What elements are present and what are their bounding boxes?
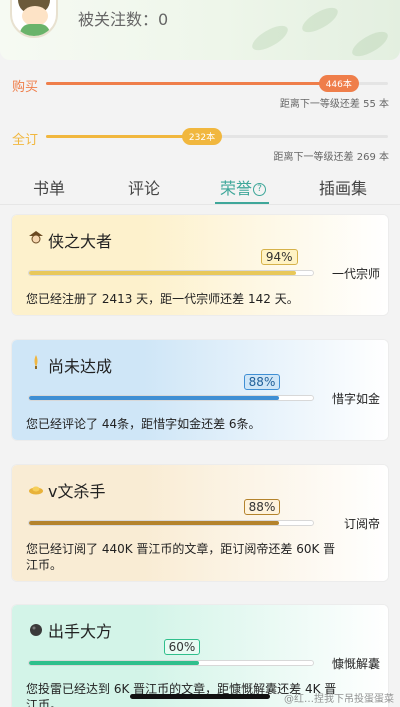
honor-description: 您已经订阅了 440K 晋江币的文章，距订阅帝还差 60K 晋江币。 [26, 542, 336, 572]
tab-illustrations[interactable]: 插画集 [310, 175, 376, 199]
honor-card[interactable]: v文杀手 88% 订阅帝 您已经订阅了 440K 晋江币的文章，距订阅帝还差 6… [11, 464, 389, 582]
honor-progress-bar [28, 520, 314, 526]
honor-progress-fill [29, 396, 279, 400]
purchase-label: 购买 [12, 80, 39, 95]
tab-bar: 书单 评论 荣誉? 插画集 [0, 170, 400, 204]
honor-card[interactable]: 侠之大者 94% 一代宗师 您已经注册了 2413 天，距一代宗师还差 142 … [11, 214, 389, 316]
honor-title: 尚未达成 [48, 357, 113, 376]
honor-rank: 一代宗师 [331, 267, 380, 281]
scholar-icon [29, 231, 43, 244]
follower-count: 被关注数：0 [78, 10, 169, 29]
honor-title: 侠之大者 [48, 232, 113, 251]
subscribe-note: 距离下一等级还差 269 本 [273, 152, 389, 163]
honor-percent: 88% [243, 499, 281, 515]
honor-progress-fill [29, 661, 200, 665]
brush-icon [34, 355, 38, 369]
avatar[interactable] [10, 0, 58, 38]
honor-rank: 订阅帝 [343, 517, 380, 531]
subscribe-fill [46, 135, 200, 138]
tab-honors-label: 荣誉 [219, 179, 252, 198]
leaf-decoration [348, 27, 392, 60]
honor-rank: 惜字如金 [331, 392, 380, 406]
honor-card[interactable]: 尚未达成 88% 惜字如金 您已经评论了 44条，距惜字如金还差 6条。 [11, 339, 389, 441]
purchase-fill [46, 82, 337, 85]
honor-title: v文杀手 [48, 482, 106, 501]
tab-honors[interactable]: 荣誉? [210, 175, 276, 199]
honor-progress-fill [29, 271, 296, 275]
honor-percent: 60% [163, 639, 201, 655]
tab-divider [0, 204, 400, 205]
honor-progress-bar [28, 395, 314, 401]
tab-booklist[interactable]: 书单 [22, 175, 76, 199]
gold-ingot-icon [29, 486, 43, 495]
honor-rank: 慷慨解囊 [331, 657, 380, 671]
help-icon[interactable]: ? [253, 183, 266, 196]
honor-title: 出手大方 [48, 622, 113, 641]
purchase-badge: 446本 [318, 75, 359, 92]
watermark: @红…捏我下吊投蛋蛋菜 [284, 694, 394, 705]
honor-progress-bar [28, 270, 314, 276]
tab-comments[interactable]: 评论 [117, 175, 171, 199]
honor-progress-fill [29, 521, 279, 525]
honor-percent: 88% [243, 374, 281, 390]
subscribe-label: 全订 [12, 133, 39, 148]
profile-header: 被关注数：0 [0, 0, 400, 60]
subscribe-badge: 232本 [181, 128, 223, 145]
honor-percent: 94% [260, 249, 298, 265]
honor-description: 您已经注册了 2413 天，距一代宗师还差 142 天。 [26, 292, 299, 306]
leaf-decoration [248, 21, 292, 55]
purchase-note: 距离下一等级还差 55 本 [279, 99, 389, 110]
bomb-icon [30, 624, 42, 636]
leaf-decoration [298, 3, 342, 37]
honor-progress-bar [28, 660, 314, 666]
home-indicator[interactable] [130, 694, 270, 699]
honor-description: 您已经评论了 44条，距惜字如金还差 6条。 [26, 417, 261, 431]
